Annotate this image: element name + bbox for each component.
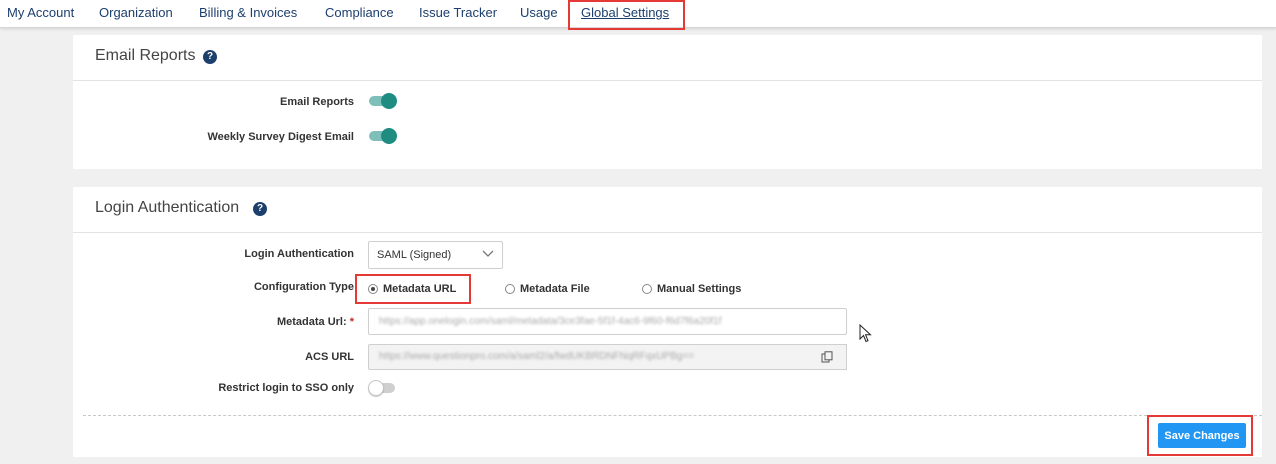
email-reports-title: Email Reports	[95, 47, 196, 64]
radio-selected-icon	[368, 284, 378, 294]
restrict-sso-toggle[interactable]	[368, 380, 395, 396]
login-authentication-panel: Login Authentication ? Login Authenticat…	[73, 187, 1262, 457]
tab-compliance[interactable]: Compliance	[325, 0, 394, 26]
required-marker: *	[349, 316, 354, 328]
tab-my-account[interactable]: My Account	[7, 0, 74, 26]
email-reports-panel: Email Reports ? Email Reports Weekly Sur…	[73, 35, 1262, 169]
question-circle-icon[interactable]: ?	[253, 202, 267, 216]
save-changes-button[interactable]: Save Changes	[1158, 423, 1246, 448]
acs-url-label: ACS URL	[305, 351, 354, 363]
email-reports-header: Email Reports ?	[73, 35, 1262, 81]
tab-billing-invoices[interactable]: Billing & Invoices	[199, 0, 297, 26]
radio-unselected-icon	[642, 284, 652, 294]
tab-usage[interactable]: Usage	[520, 0, 558, 26]
mouse-cursor-icon	[859, 324, 872, 343]
divider	[83, 415, 1262, 416]
configuration-type-label: Configuration Type	[253, 281, 354, 293]
top-navigation: My Account Organization Billing & Invoic…	[0, 0, 1276, 28]
login-authentication-label: Login Authentication	[244, 248, 354, 260]
email-reports-label: Email Reports	[280, 96, 354, 108]
tab-issue-tracker[interactable]: Issue Tracker	[419, 0, 497, 26]
restrict-sso-label: Restrict login to SSO only	[218, 382, 354, 394]
weekly-digest-label: Weekly Survey Digest Email	[207, 131, 354, 143]
copy-acs-url-button[interactable]	[808, 344, 847, 370]
weekly-digest-toggle[interactable]	[369, 128, 397, 144]
copy-icon	[821, 351, 833, 363]
metadata-url-label: Metadata Url: *	[276, 316, 354, 328]
metadata-url-input[interactable]: https://app.onelogin.com/saml/metadata/3…	[368, 308, 847, 335]
tab-global-settings[interactable]: Global Settings	[581, 0, 669, 26]
login-authentication-selected-value: SAML (Signed)	[377, 249, 452, 261]
login-authentication-header: Login Authentication ?	[73, 187, 1262, 233]
question-circle-icon[interactable]: ?	[203, 50, 217, 64]
email-reports-toggle[interactable]	[369, 93, 397, 109]
radio-unselected-icon	[505, 284, 515, 294]
acs-url-field[interactable]: https://www.questionpro.com/a/saml2/a/fw…	[368, 344, 809, 370]
login-authentication-title: Login Authentication	[95, 199, 240, 216]
login-authentication-select[interactable]: SAML (Signed)	[368, 241, 503, 269]
tab-organization[interactable]: Organization	[99, 0, 173, 26]
chevron-down-icon	[482, 250, 494, 257]
